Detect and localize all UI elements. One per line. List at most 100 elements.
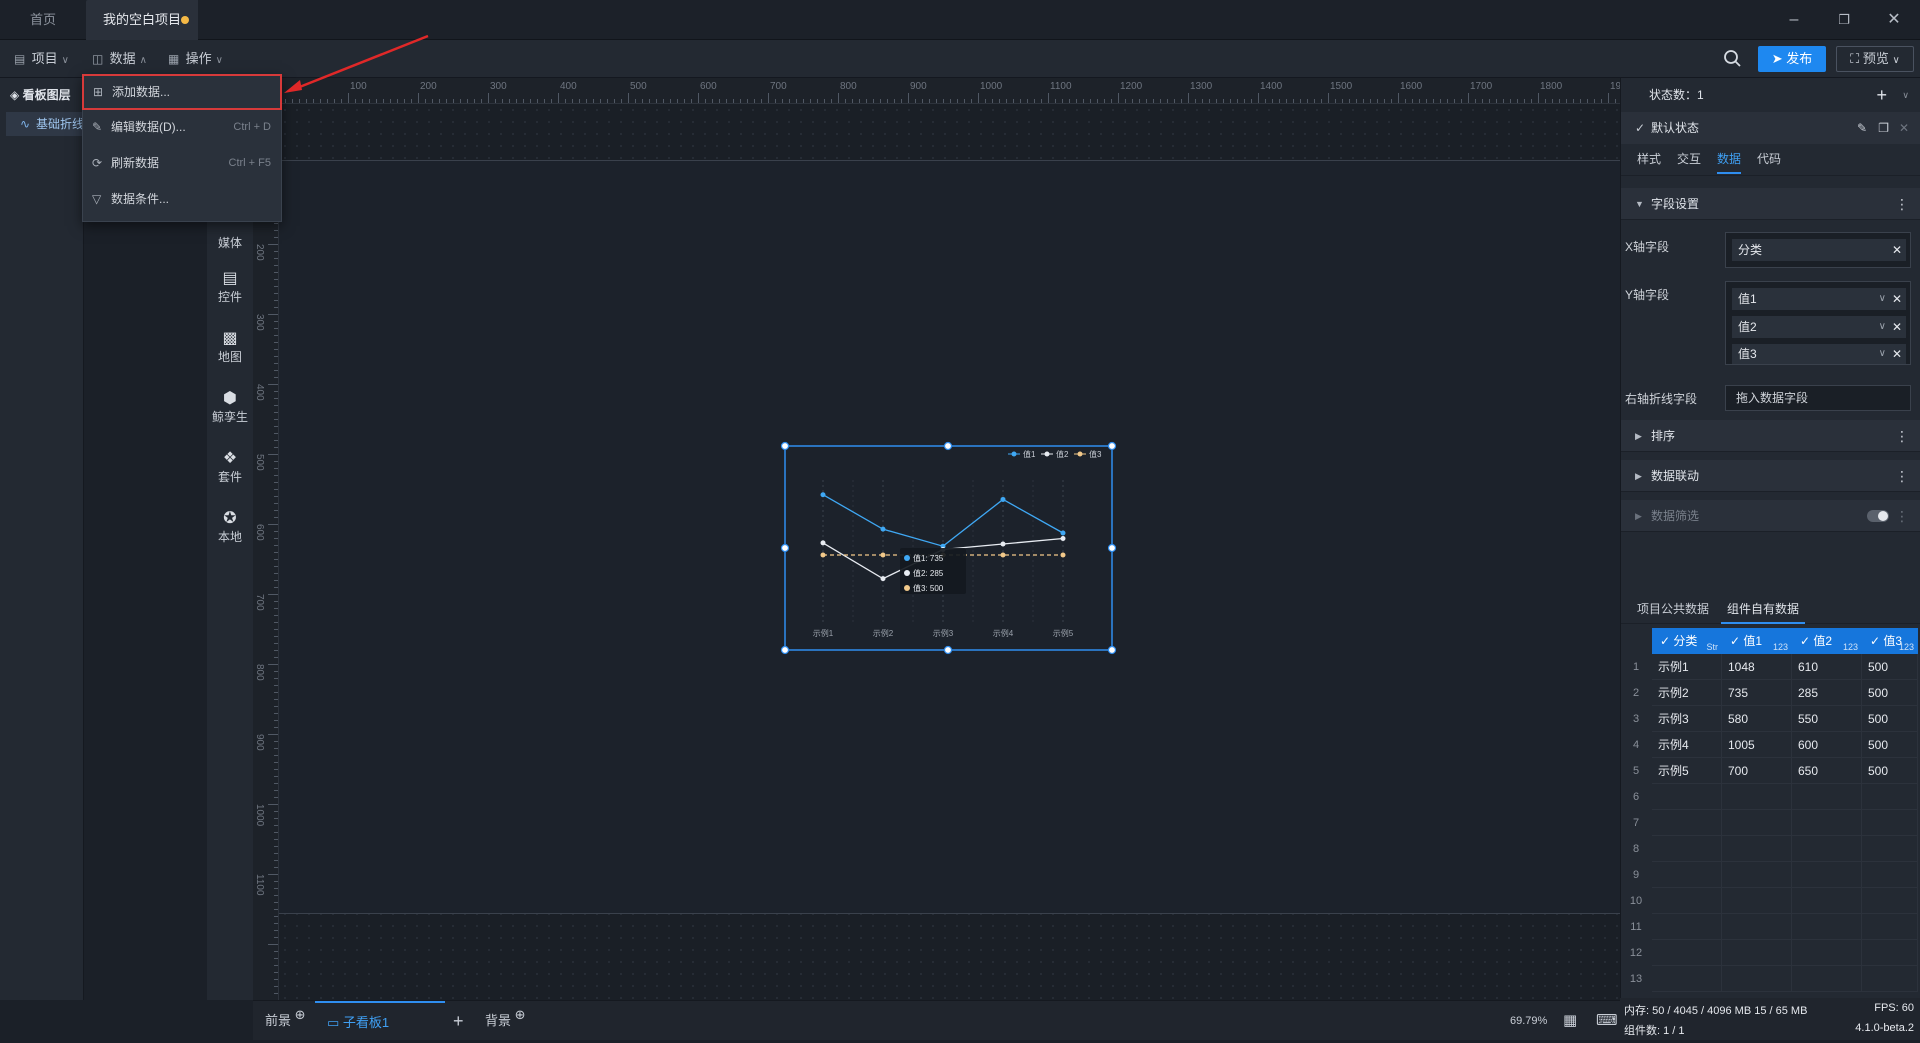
table-cell[interactable]: 500 [1862, 680, 1918, 706]
tab-background[interactable]: 背景 ⊕ [485, 1001, 526, 1041]
resize-handle[interactable] [780, 543, 790, 553]
table-cell[interactable] [1722, 810, 1792, 836]
publish-button[interactable]: ➤ 发布 [1758, 46, 1826, 72]
tool-kit[interactable]: ❖ 套件 [207, 448, 253, 485]
table-cell[interactable]: 1005 [1722, 732, 1792, 758]
table-cell[interactable]: 285 [1792, 680, 1862, 706]
data-point[interactable] [1060, 552, 1066, 558]
remove-icon[interactable]: ✕ [1892, 316, 1902, 338]
table-cell[interactable] [1792, 940, 1862, 966]
table-cell[interactable] [1862, 940, 1918, 966]
table-cell[interactable] [1862, 862, 1918, 888]
table-cell[interactable]: 550 [1792, 706, 1862, 732]
table-cell[interactable]: 1048 [1722, 654, 1792, 680]
section-filter[interactable]: ▶ 数据筛选 ⋮ [1621, 500, 1920, 532]
table-cell[interactable] [1722, 940, 1792, 966]
tool-local[interactable]: ✪ 本地 [207, 508, 253, 545]
zoom-level[interactable]: 69.79% [1510, 1001, 1547, 1041]
resize-handle[interactable] [780, 645, 790, 655]
table-cell[interactable] [1792, 888, 1862, 914]
data-point[interactable] [1000, 496, 1006, 502]
tab-public-data[interactable]: 项目公共数据 [1637, 594, 1709, 624]
table-cell[interactable] [1722, 784, 1792, 810]
right-axis-field-box[interactable]: 拖入数据字段 [1725, 385, 1911, 411]
table-cell[interactable]: 700 [1722, 758, 1792, 784]
remove-icon[interactable]: ✕ [1892, 344, 1902, 364]
table-cell[interactable] [1652, 862, 1722, 888]
data-point[interactable] [880, 552, 886, 558]
resize-handle[interactable] [1107, 543, 1117, 553]
preview-button[interactable]: ⛶ 预览 ∨ [1836, 46, 1914, 72]
data-point[interactable] [880, 576, 886, 582]
menu-data-condition[interactable]: ▽ 数据条件... [83, 184, 281, 214]
resize-handle[interactable] [1107, 645, 1117, 655]
menu-refresh-data[interactable]: ⟳ 刷新数据 Ctrl + F5 [83, 148, 281, 178]
add-board-button[interactable]: + [453, 1001, 464, 1041]
data-point[interactable] [1060, 530, 1066, 536]
table-cell[interactable] [1862, 888, 1918, 914]
tab-foreground[interactable]: 前景 ⊕ [265, 1001, 306, 1041]
table-cell[interactable] [1652, 940, 1722, 966]
check-icon[interactable]: ✓ [1730, 634, 1743, 648]
table-cell[interactable]: 600 [1792, 732, 1862, 758]
data-point[interactable] [820, 552, 826, 558]
remove-icon[interactable]: ✕ [1892, 239, 1902, 261]
close-icon[interactable]: ✕ [1882, 8, 1906, 32]
column-header[interactable]: ✓ 分类 Str [1652, 628, 1722, 654]
data-point[interactable] [880, 526, 886, 532]
line-chart-widget[interactable]: 示例1 示例2 示例3 示例4 示例5 值1 值2 值3 值1: 735 值2: 285 值3:… [780, 440, 1120, 656]
fit-screen-icon[interactable]: ▦ [1563, 1001, 1577, 1041]
tab-code[interactable]: 代码 [1757, 144, 1781, 174]
column-header[interactable]: ✓ 值2 123 [1792, 628, 1862, 654]
table-cell[interactable]: 500 [1862, 654, 1918, 680]
y-axis-chip[interactable]: 值3 ∨ ✕ [1732, 344, 1906, 364]
table-cell[interactable] [1652, 914, 1722, 940]
table-cell[interactable]: 650 [1792, 758, 1862, 784]
resize-handle[interactable] [943, 441, 953, 451]
tab-style[interactable]: 样式 [1637, 144, 1661, 174]
tab-subboard[interactable]: ▭ 子看板1 [315, 1001, 445, 1041]
table-cell[interactable] [1792, 966, 1862, 992]
tab-own-data[interactable]: 组件自有数据 [1721, 594, 1806, 624]
table-cell[interactable]: 示例1 [1652, 654, 1722, 680]
table-cell[interactable] [1862, 914, 1918, 940]
table-cell[interactable] [1722, 862, 1792, 888]
table-cell[interactable]: 500 [1862, 758, 1918, 784]
add-circle-icon[interactable]: ⊕ [295, 1007, 306, 1022]
tool-twin[interactable]: ⬢ 鲸孪生 [207, 388, 253, 425]
y-axis-field-box[interactable]: 值1 ∨ ✕ 值2 ∨ ✕ 值3 ∨ ✕ [1725, 281, 1911, 365]
add-state-icon[interactable]: + [1876, 78, 1887, 112]
check-icon[interactable]: ✓ [1870, 634, 1883, 648]
more-icon[interactable]: ⋮ [1895, 420, 1909, 452]
table-cell[interactable] [1792, 810, 1862, 836]
table-cell[interactable]: 735 [1722, 680, 1792, 706]
more-icon[interactable]: ⋮ [1895, 500, 1909, 532]
menu-ops[interactable]: ▦ 操作 ∨ [168, 48, 223, 70]
restore-icon[interactable]: ❐ [1832, 8, 1856, 32]
default-state-row[interactable]: ✓ 默认状态 ✎ ❐ ✕ [1621, 112, 1920, 144]
menu-edit-data[interactable]: ✎ 编辑数据(D)... Ctrl + D [83, 112, 281, 142]
more-icon[interactable]: ⋮ [1895, 188, 1909, 220]
add-circle-icon[interactable]: ⊕ [515, 1007, 526, 1022]
data-point[interactable] [1000, 552, 1006, 558]
table-cell[interactable]: 500 [1862, 706, 1918, 732]
chevron-down-icon[interactable]: ∨ [1902, 78, 1909, 112]
table-cell[interactable] [1792, 914, 1862, 940]
resize-handle[interactable] [1107, 441, 1117, 451]
table-cell[interactable]: 示例4 [1652, 732, 1722, 758]
table-cell[interactable] [1862, 966, 1918, 992]
table-cell[interactable] [1862, 836, 1918, 862]
section-sort[interactable]: ▶ 排序 ⋮ [1621, 420, 1920, 452]
chevron-down-icon[interactable]: ∨ [1879, 316, 1886, 338]
menu-project[interactable]: ▤ 项目 ∨ [14, 48, 69, 70]
y-axis-chip[interactable]: 值2 ∨ ✕ [1732, 316, 1906, 338]
minimize-icon[interactable]: – [1782, 8, 1806, 32]
table-cell[interactable] [1722, 836, 1792, 862]
tab-interaction[interactable]: 交互 [1677, 144, 1701, 174]
column-header[interactable]: ✓ 值3 123 [1862, 628, 1918, 654]
data-point[interactable] [1060, 536, 1066, 541]
data-point[interactable] [820, 492, 826, 498]
layer-item-line-chart[interactable]: ∿ 基础折线图 [6, 112, 84, 136]
table-cell[interactable] [1722, 888, 1792, 914]
more-icon[interactable]: ⋮ [1895, 460, 1909, 492]
